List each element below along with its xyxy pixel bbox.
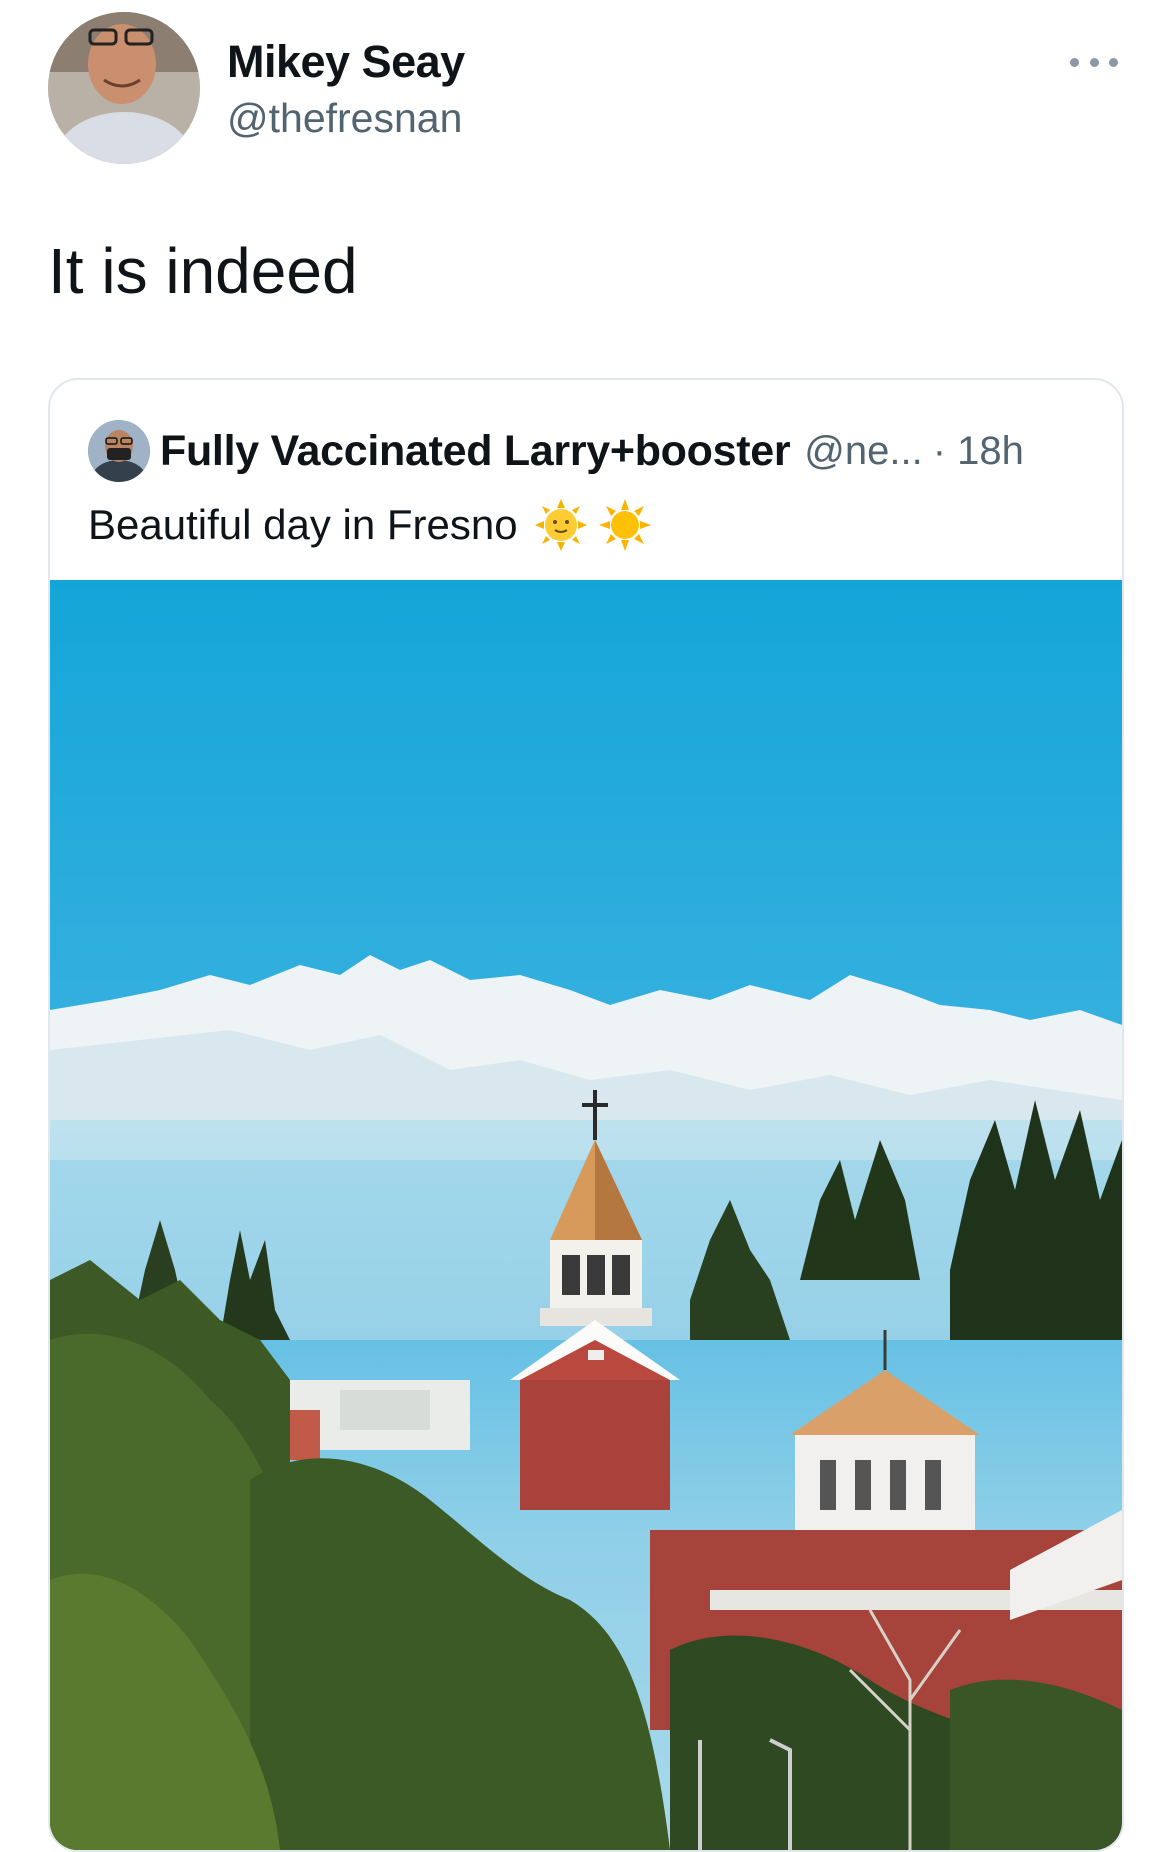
quoted-author-avatar[interactable] <box>88 420 150 482</box>
author-display-name[interactable]: Mikey Seay <box>227 36 465 88</box>
quoted-author-display-name[interactable]: Fully Vaccinated Larry+booster <box>160 427 791 476</box>
quoted-author-handle[interactable]: @ne... <box>804 429 922 474</box>
dot <box>1070 57 1079 67</box>
dot <box>1109 57 1118 67</box>
more-dots-icon[interactable] <box>1070 48 1118 76</box>
dot <box>1089 57 1099 67</box>
quoted-tweet-text: Beautiful day in Fresno <box>88 501 518 548</box>
tweet-text: It is indeed <box>48 235 358 307</box>
quoted-tweet-card[interactable]: Fully Vaccinated Larry+booster @ne... · … <box>48 378 1124 1852</box>
quoted-tweet-text-row: Beautiful day in Fresno <box>88 498 652 552</box>
emoji-group <box>534 498 652 552</box>
sun-with-face-emoji <box>534 499 587 551</box>
quoted-tweet-header: Fully Vaccinated Larry+booster @ne... · … <box>160 424 1024 478</box>
sun-emoji <box>598 499 651 551</box>
quoted-tweet-photo[interactable] <box>50 580 1122 1850</box>
author-avatar[interactable] <box>48 12 200 164</box>
author-handle[interactable]: @thefresnan <box>227 95 462 142</box>
quoted-tweet-time[interactable]: · 18h <box>933 429 1024 474</box>
